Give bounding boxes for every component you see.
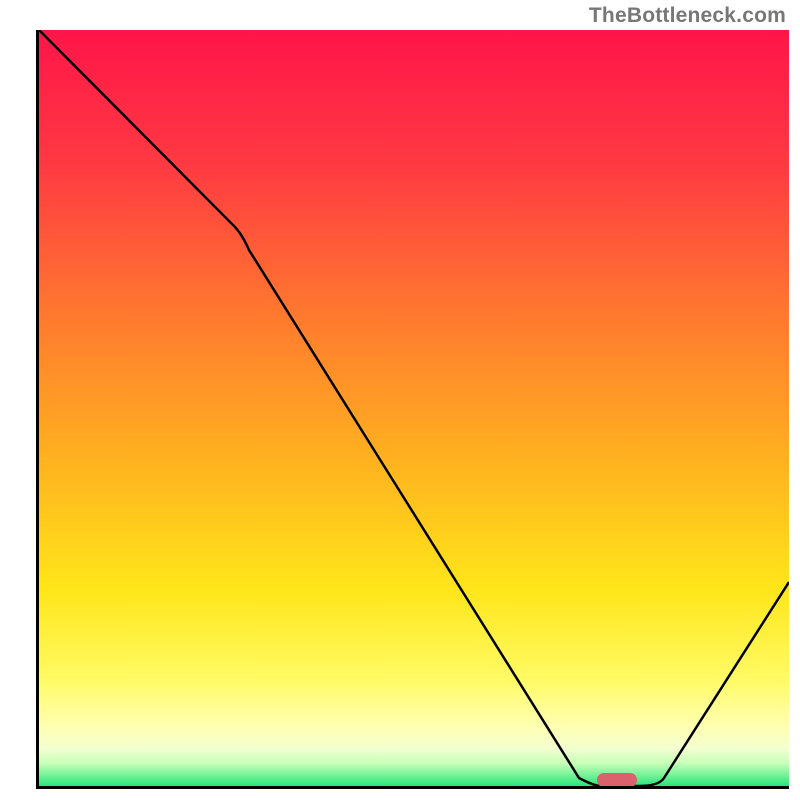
curve-path [39,30,789,786]
plot-area [36,30,789,789]
optimum-marker [597,773,637,787]
bottleneck-curve [39,30,789,786]
attribution-text: TheBottleneck.com [589,4,786,28]
chart-container: TheBottleneck.com [0,0,800,800]
